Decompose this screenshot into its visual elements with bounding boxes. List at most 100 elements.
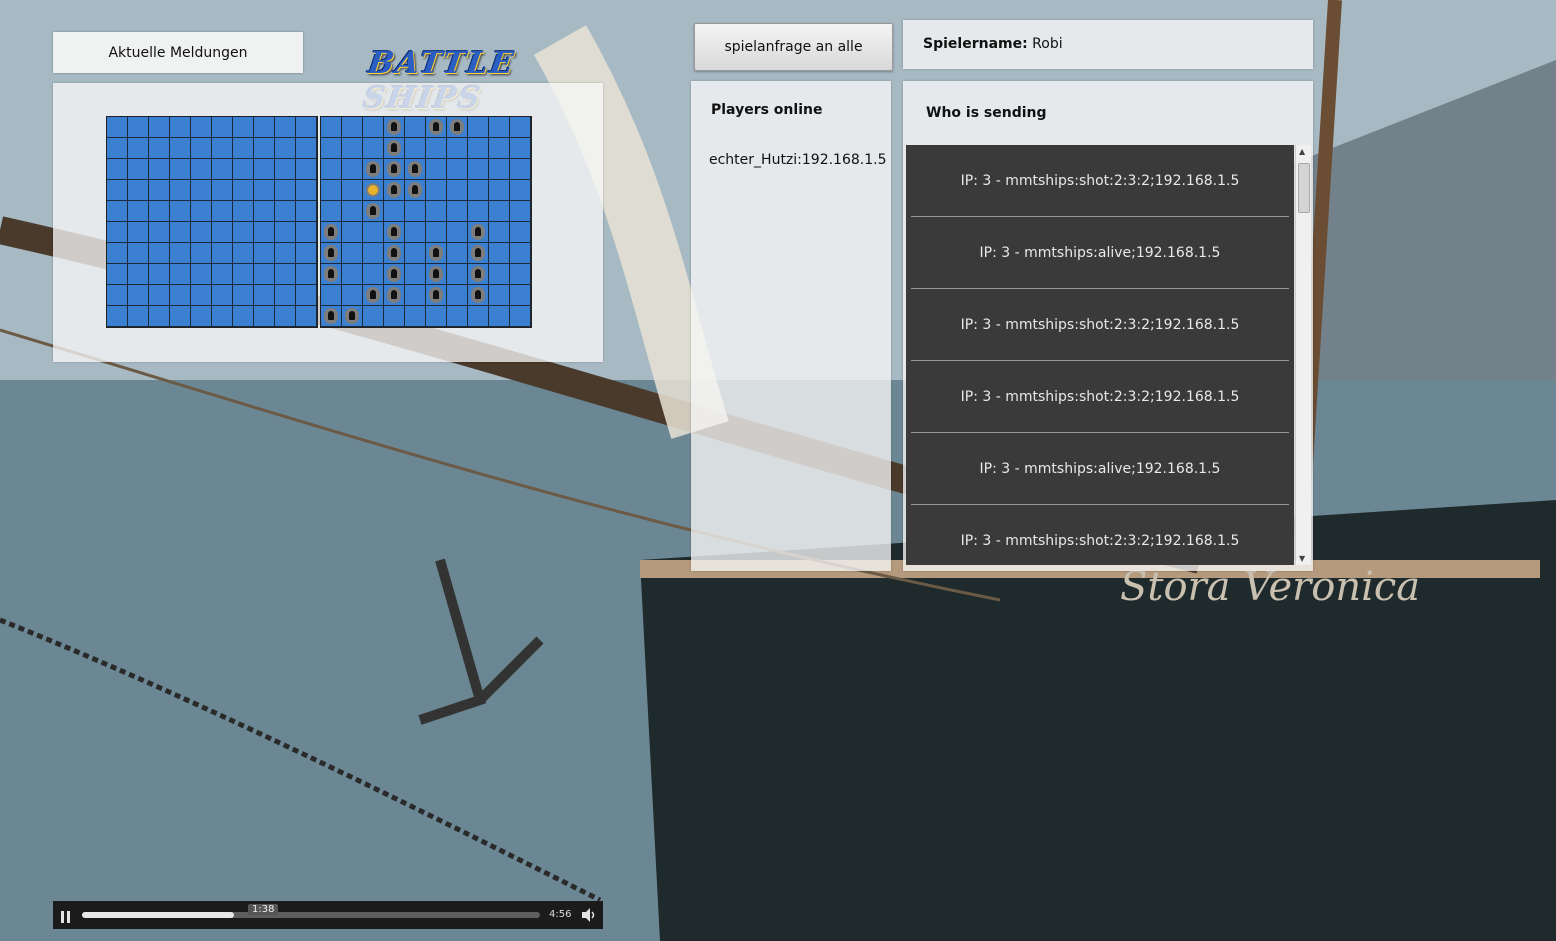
board-cell[interactable] xyxy=(510,180,531,201)
board-cell[interactable] xyxy=(233,117,254,138)
board-cell[interactable] xyxy=(170,159,191,180)
board-cell[interactable] xyxy=(233,180,254,201)
board-cell[interactable] xyxy=(321,117,342,138)
board-cell[interactable] xyxy=(405,264,426,285)
board-cell[interactable] xyxy=(426,180,447,201)
board-cell[interactable] xyxy=(233,264,254,285)
board-cell[interactable] xyxy=(510,285,531,306)
board-cell[interactable] xyxy=(107,285,128,306)
board-cell-ship[interactable] xyxy=(321,243,342,264)
board-cell[interactable] xyxy=(170,138,191,159)
board-cell[interactable] xyxy=(363,117,384,138)
board-cell[interactable] xyxy=(233,306,254,327)
board-cell[interactable] xyxy=(510,201,531,222)
board-cell[interactable] xyxy=(212,264,233,285)
board-cell[interactable] xyxy=(489,180,510,201)
board-cell-ship[interactable] xyxy=(468,264,489,285)
board-cell[interactable] xyxy=(149,138,170,159)
board-cell[interactable] xyxy=(275,285,296,306)
board-cell[interactable] xyxy=(170,243,191,264)
board-cell[interactable] xyxy=(149,159,170,180)
board-cell[interactable] xyxy=(128,222,149,243)
board-cell[interactable] xyxy=(149,264,170,285)
board-cell-ship[interactable] xyxy=(468,222,489,243)
board-cell[interactable] xyxy=(128,117,149,138)
board-cell[interactable] xyxy=(275,306,296,327)
board-cell-ship[interactable] xyxy=(342,306,363,327)
board-cell[interactable] xyxy=(254,285,275,306)
board-cell[interactable] xyxy=(254,180,275,201)
board-cell[interactable] xyxy=(363,243,384,264)
board-cell[interactable] xyxy=(296,264,317,285)
message-list-item[interactable]: IP: 3 - mmtships:alive;192.168.1.5 xyxy=(911,217,1289,289)
board-cell[interactable] xyxy=(405,306,426,327)
board-cell[interactable] xyxy=(275,264,296,285)
board-cell[interactable] xyxy=(296,117,317,138)
board-cell[interactable] xyxy=(342,243,363,264)
board-cell-ship[interactable] xyxy=(321,264,342,285)
board-cell[interactable] xyxy=(275,243,296,264)
board-cell[interactable] xyxy=(212,159,233,180)
board-cell-ship[interactable] xyxy=(384,180,405,201)
board-cell-ship[interactable] xyxy=(321,306,342,327)
board-cell[interactable] xyxy=(296,243,317,264)
board-cell[interactable] xyxy=(405,138,426,159)
board-cell[interactable] xyxy=(447,285,468,306)
board-cell[interactable] xyxy=(342,117,363,138)
board-cell[interactable] xyxy=(296,306,317,327)
board-cell[interactable] xyxy=(170,117,191,138)
board-cell[interactable] xyxy=(233,159,254,180)
board-cell[interactable] xyxy=(321,159,342,180)
board-cell[interactable] xyxy=(342,285,363,306)
board-cell[interactable] xyxy=(254,264,275,285)
board-cell[interactable] xyxy=(212,201,233,222)
board-cell-ship[interactable] xyxy=(384,243,405,264)
board-cell[interactable] xyxy=(128,264,149,285)
board-cell[interactable] xyxy=(489,201,510,222)
message-list-item[interactable]: IP: 3 - mmtships:shot:2:3:2;192.168.1.5 xyxy=(911,145,1289,217)
message-list-item[interactable]: IP: 3 - mmtships:shot:2:3:2;192.168.1.5 xyxy=(911,289,1289,361)
board-cell-ship[interactable] xyxy=(447,117,468,138)
board-cell[interactable] xyxy=(212,138,233,159)
message-list-item[interactable]: IP: 3 - mmtships:shot:2:3:2;192.168.1.5 xyxy=(911,505,1289,565)
board-cell[interactable] xyxy=(149,201,170,222)
board-cell[interactable] xyxy=(321,201,342,222)
scrollbar-thumb[interactable] xyxy=(1298,163,1310,213)
board-cell[interactable] xyxy=(405,285,426,306)
board-cell-ship[interactable] xyxy=(405,180,426,201)
board-cell[interactable] xyxy=(447,222,468,243)
board-cell[interactable] xyxy=(468,159,489,180)
board-cell[interactable] xyxy=(426,306,447,327)
board-cell[interactable] xyxy=(191,117,212,138)
board-cell[interactable] xyxy=(510,222,531,243)
board-cell[interactable] xyxy=(107,159,128,180)
board-cell[interactable] xyxy=(254,201,275,222)
board-cell[interactable] xyxy=(296,180,317,201)
board-cell[interactable] xyxy=(489,264,510,285)
board-cell[interactable] xyxy=(489,306,510,327)
pause-icon[interactable] xyxy=(61,908,73,923)
board-cell-ship[interactable] xyxy=(426,117,447,138)
board-cell[interactable] xyxy=(510,306,531,327)
board-cell[interactable] xyxy=(170,264,191,285)
board-cell[interactable] xyxy=(254,117,275,138)
board-cell[interactable] xyxy=(363,306,384,327)
board-cell[interactable] xyxy=(447,243,468,264)
board-cell-ship[interactable] xyxy=(363,201,384,222)
board-cell[interactable] xyxy=(510,159,531,180)
board-cell[interactable] xyxy=(468,180,489,201)
enemy-board[interactable] xyxy=(320,116,532,328)
board-cell[interactable] xyxy=(405,243,426,264)
board-cell[interactable] xyxy=(275,180,296,201)
board-cell[interactable] xyxy=(447,201,468,222)
board-cell[interactable] xyxy=(128,159,149,180)
board-cell[interactable] xyxy=(191,159,212,180)
message-list-scrollbar[interactable]: ▲ ▼ xyxy=(1295,145,1311,565)
board-cell[interactable] xyxy=(468,117,489,138)
board-cell[interactable] xyxy=(447,159,468,180)
board-cell[interactable] xyxy=(233,243,254,264)
board-cell[interactable] xyxy=(275,222,296,243)
board-cell-ship[interactable] xyxy=(363,159,384,180)
board-cell[interactable] xyxy=(426,222,447,243)
board-cell[interactable] xyxy=(426,138,447,159)
